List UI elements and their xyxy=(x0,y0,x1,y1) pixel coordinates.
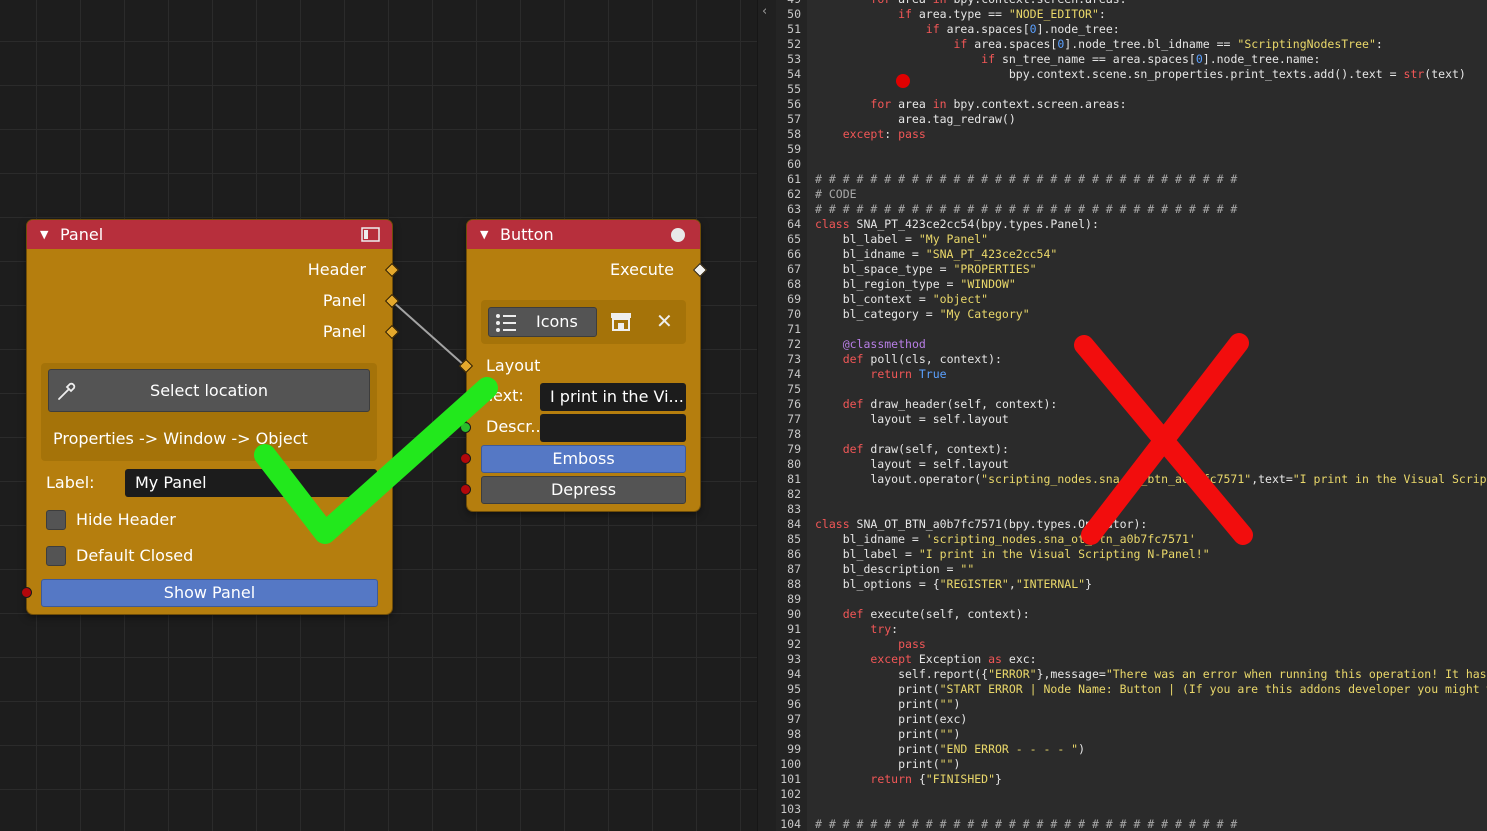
chevron-left-icon[interactable]: ‹ xyxy=(762,4,767,19)
checkmark-overlay xyxy=(254,377,498,544)
editor-divider[interactable]: ‹ xyxy=(757,0,776,831)
node-editor[interactable]: ▼ Panel Header Panel Panel Select locati… xyxy=(0,0,757,831)
green-checkmark xyxy=(254,377,498,544)
red-cross xyxy=(1074,333,1253,545)
code-editor[interactable]: 49 for area in bpy.context.screen.areas:… xyxy=(776,0,1487,831)
cross-overlay xyxy=(1074,333,1253,545)
